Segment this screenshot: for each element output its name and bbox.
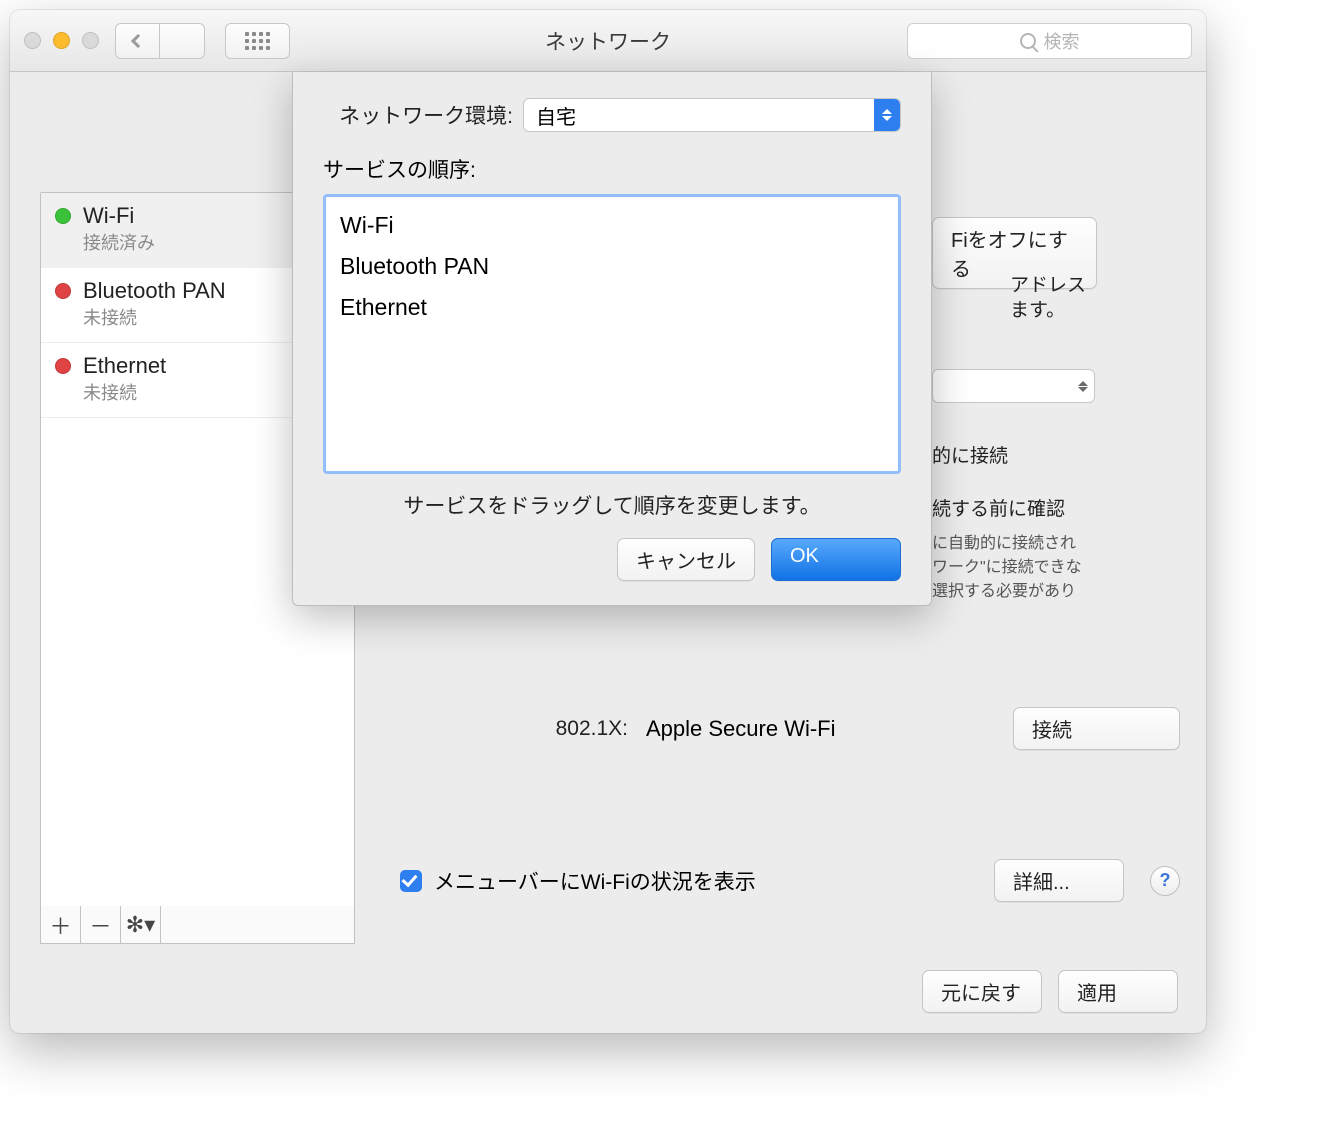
network-name-popup[interactable] <box>932 369 1095 403</box>
status-led-icon <box>55 358 71 374</box>
text-fragment: に自動的に接続され ワーク"に接続できな 選択する必要があり <box>932 532 1182 604</box>
help-icon: ? <box>1160 870 1171 891</box>
order-item[interactable]: Bluetooth PAN <box>338 246 886 287</box>
cancel-button[interactable]: キャンセル <box>617 538 755 581</box>
close-button[interactable] <box>24 32 41 49</box>
row-8021x: 802.1X: Apple Secure Wi-Fi 接続 <box>385 707 1180 750</box>
grid-icon <box>245 32 270 50</box>
connect-8021x-button[interactable]: 接続 <box>1013 707 1180 750</box>
drag-hint: サービスをドラッグして順序を変更します。 <box>323 490 901 520</box>
window-title: ネットワーク <box>545 26 671 56</box>
minimize-button[interactable] <box>53 32 70 49</box>
action-menu-button[interactable]: ✻▾ <box>121 906 161 943</box>
location-value: 自宅 <box>536 101 576 130</box>
nav-forward-button[interactable] <box>160 23 205 59</box>
remove-service-button[interactable]: － <box>81 906 121 943</box>
help-button[interactable]: ? <box>1150 866 1180 896</box>
status-led-icon <box>55 208 71 224</box>
text-fragment: アドレス <box>1010 270 1086 297</box>
text-fragment: 続する前に確認 <box>932 494 1065 521</box>
apply-button[interactable]: 適用 <box>1058 970 1178 1013</box>
service-order-list[interactable]: Wi-Fi Bluetooth PAN Ethernet <box>323 194 901 474</box>
menubar-label: メニューバーにWi-Fiの状況を表示 <box>434 866 756 896</box>
gear-icon: ✻▾ <box>126 912 155 938</box>
order-label: サービスの順序: <box>323 154 901 184</box>
service-order-sheet: ネットワーク環境: 自宅 サービスの順序: Wi-Fi Bluetooth PA… <box>292 72 932 606</box>
add-service-button[interactable]: ＋ <box>41 906 81 943</box>
search-input[interactable]: 検索 <box>907 23 1192 59</box>
order-item[interactable]: Ethernet <box>338 287 886 328</box>
status-led-icon <box>55 283 71 299</box>
location-label: ネットワーク環境: <box>323 100 513 130</box>
label-8021x: 802.1X: <box>385 717 628 741</box>
traffic-lights <box>24 32 99 49</box>
search-placeholder: 検索 <box>1044 28 1080 54</box>
zoom-button[interactable] <box>82 32 99 49</box>
service-status: 未接続 <box>83 304 226 330</box>
service-status: 未接続 <box>83 379 166 405</box>
advanced-button[interactable]: 詳細... <box>994 859 1124 902</box>
titlebar: ネットワーク 検索 <box>10 10 1206 72</box>
revert-button[interactable]: 元に戻す <box>922 970 1042 1013</box>
menubar-row: メニューバーにWi-Fiの状況を表示 詳細... ? <box>400 859 1180 902</box>
stepper-arrows-icon <box>1078 381 1088 392</box>
location-popup[interactable]: 自宅 <box>523 98 901 132</box>
search-icon <box>1020 33 1036 49</box>
show-all-button[interactable] <box>225 23 290 59</box>
text-fragment: ます。 <box>1010 295 1065 322</box>
service-name: Ethernet <box>83 353 166 379</box>
ok-button[interactable]: OK <box>771 538 901 581</box>
nav-back-button[interactable] <box>115 23 160 59</box>
sidebar-footer: ＋ － ✻▾ <box>40 906 355 944</box>
text-fragment: 的に接続 <box>932 441 1008 468</box>
order-item[interactable]: Wi-Fi <box>338 205 886 246</box>
service-status: 接続済み <box>83 229 155 255</box>
value-8021x: Apple Secure Wi-Fi <box>646 716 995 742</box>
service-name: Wi-Fi <box>83 203 155 229</box>
network-prefpane-window: ネットワーク 検索 Wi-Fi 接続済み Bluetooth PAN 未接続 <box>10 10 1206 1033</box>
popup-arrows-icon <box>874 99 900 131</box>
service-name: Bluetooth PAN <box>83 278 226 304</box>
chevron-left-icon <box>130 33 144 47</box>
footer-buttons: 元に戻す 適用 <box>922 970 1178 1013</box>
nav-buttons <box>115 23 205 59</box>
menubar-checkbox[interactable] <box>400 870 422 892</box>
